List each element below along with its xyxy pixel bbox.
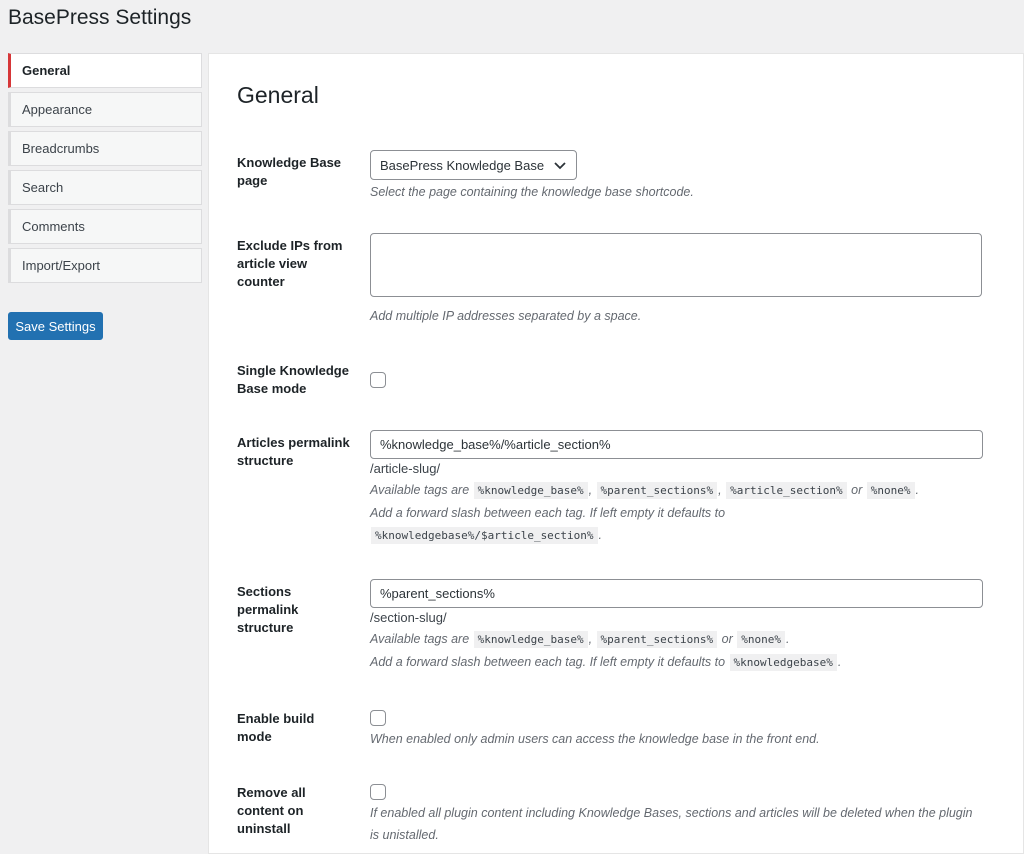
remove-content-description: If enabled all plugin content including … bbox=[370, 806, 973, 842]
available-prefix: Available tags are bbox=[370, 483, 470, 497]
build-mode-checkbox[interactable] bbox=[370, 710, 386, 726]
settings-panel: General Knowledge Base page BasePress Kn… bbox=[208, 53, 1024, 854]
articles-permalink-row: Articles permalink structure %knowledge_… bbox=[237, 430, 997, 550]
tab-label: Appearance bbox=[22, 102, 93, 117]
articles-permalink-input[interactable]: %knowledge_base%/%article_section% bbox=[370, 430, 983, 459]
sections-available-tags: Available tags are %knowledge_base%, %pa… bbox=[370, 631, 790, 648]
article-slug: /article-slug/ bbox=[370, 461, 441, 476]
articles-default-tag: %knowledgebase%/$article_section% bbox=[371, 527, 598, 544]
kb-page-description: Select the page containing the knowledge… bbox=[370, 185, 694, 199]
articles-permalink-label: Articles permalink structure bbox=[237, 435, 350, 468]
articles-available-tags: Available tags are %knowledge_base%, %pa… bbox=[370, 482, 920, 499]
tab-import-export[interactable]: Import/Export bbox=[8, 248, 202, 283]
tab-general[interactable]: General bbox=[8, 53, 202, 88]
or-word: or bbox=[851, 483, 863, 497]
page-title: BasePress Settings bbox=[8, 6, 192, 29]
tab-comments[interactable]: Comments bbox=[8, 209, 202, 244]
kb-page-select[interactable]: BasePress Knowledge Base bbox=[370, 150, 577, 180]
build-mode-description: When enabled only admin users can access… bbox=[370, 732, 820, 746]
exclude-ips-textarea[interactable] bbox=[370, 233, 982, 297]
sections-permalink-label: Sections permalink structure bbox=[237, 584, 299, 635]
remove-content-checkbox[interactable] bbox=[370, 784, 386, 800]
available-prefix: Available tags are bbox=[370, 632, 470, 646]
kb-page-row: Knowledge Base page BasePress Knowledge … bbox=[237, 150, 997, 210]
sections-permalink-value: %parent_sections% bbox=[380, 586, 495, 601]
sections-default-tag: %knowledgebase% bbox=[729, 654, 837, 671]
tag-knowledge-base: %knowledge_base% bbox=[473, 482, 588, 499]
chevron-down-icon bbox=[554, 162, 566, 170]
remove-content-label: Remove all content on uninstall bbox=[237, 785, 306, 836]
articles-permalink-value: %knowledge_base%/%article_section% bbox=[380, 437, 611, 452]
articles-default-line: %knowledgebase%/$article_section%. bbox=[370, 524, 982, 547]
save-settings-button[interactable]: Save Settings bbox=[8, 312, 103, 340]
sections-default-text: Add a forward slash between each tag. If… bbox=[370, 655, 726, 669]
tag-parent-sections: %parent_sections% bbox=[596, 631, 718, 648]
kb-page-label: Knowledge Base page bbox=[237, 155, 342, 188]
tab-label: Breadcrumbs bbox=[22, 141, 100, 156]
exclude-ips-description: Add multiple IP addresses separated by a… bbox=[370, 309, 642, 323]
settings-tabs: General Appearance Breadcrumbs Search Co… bbox=[8, 53, 202, 287]
tab-search[interactable]: Search bbox=[8, 170, 202, 205]
tag-knowledge-base: %knowledge_base% bbox=[473, 631, 588, 648]
tab-breadcrumbs[interactable]: Breadcrumbs bbox=[8, 131, 202, 166]
section-slug: /section-slug/ bbox=[370, 610, 447, 625]
remove-content-row: Remove all content on uninstall If enabl… bbox=[237, 784, 997, 854]
tab-label: General bbox=[22, 63, 71, 78]
or-word: or bbox=[721, 632, 733, 646]
sections-default-line: Add a forward slash between each tag. If… bbox=[370, 654, 842, 671]
tab-label: Import/Export bbox=[22, 258, 101, 273]
tag-article-section: %article_section% bbox=[726, 482, 847, 499]
build-mode-row: Enable build mode When enabled only admi… bbox=[237, 710, 997, 760]
sections-permalink-input[interactable]: %parent_sections% bbox=[370, 579, 983, 608]
exclude-ips-row: Exclude IPs from article view counter Ad… bbox=[237, 233, 997, 333]
single-kb-label: Single Knowledge Base mode bbox=[237, 363, 349, 396]
single-kb-row: Single Knowledge Base mode bbox=[237, 362, 997, 402]
tab-appearance[interactable]: Appearance bbox=[8, 92, 202, 127]
section-title: General bbox=[237, 82, 319, 108]
tag-none: %none% bbox=[737, 631, 785, 648]
tag-none: %none% bbox=[866, 482, 915, 499]
build-mode-label: Enable build mode bbox=[237, 711, 315, 744]
single-kb-checkbox[interactable] bbox=[370, 372, 386, 388]
articles-default-text: Add a forward slash between each tag. If… bbox=[370, 506, 726, 520]
kb-page-selected: BasePress Knowledge Base bbox=[380, 157, 545, 173]
sections-permalink-row: Sections permalink structure %parent_sec… bbox=[237, 579, 997, 679]
exclude-ips-label: Exclude IPs from article view counter bbox=[237, 238, 343, 289]
tab-label: Search bbox=[22, 180, 64, 195]
tab-label: Comments bbox=[22, 219, 85, 234]
tag-parent-sections: %parent_sections% bbox=[596, 482, 718, 499]
